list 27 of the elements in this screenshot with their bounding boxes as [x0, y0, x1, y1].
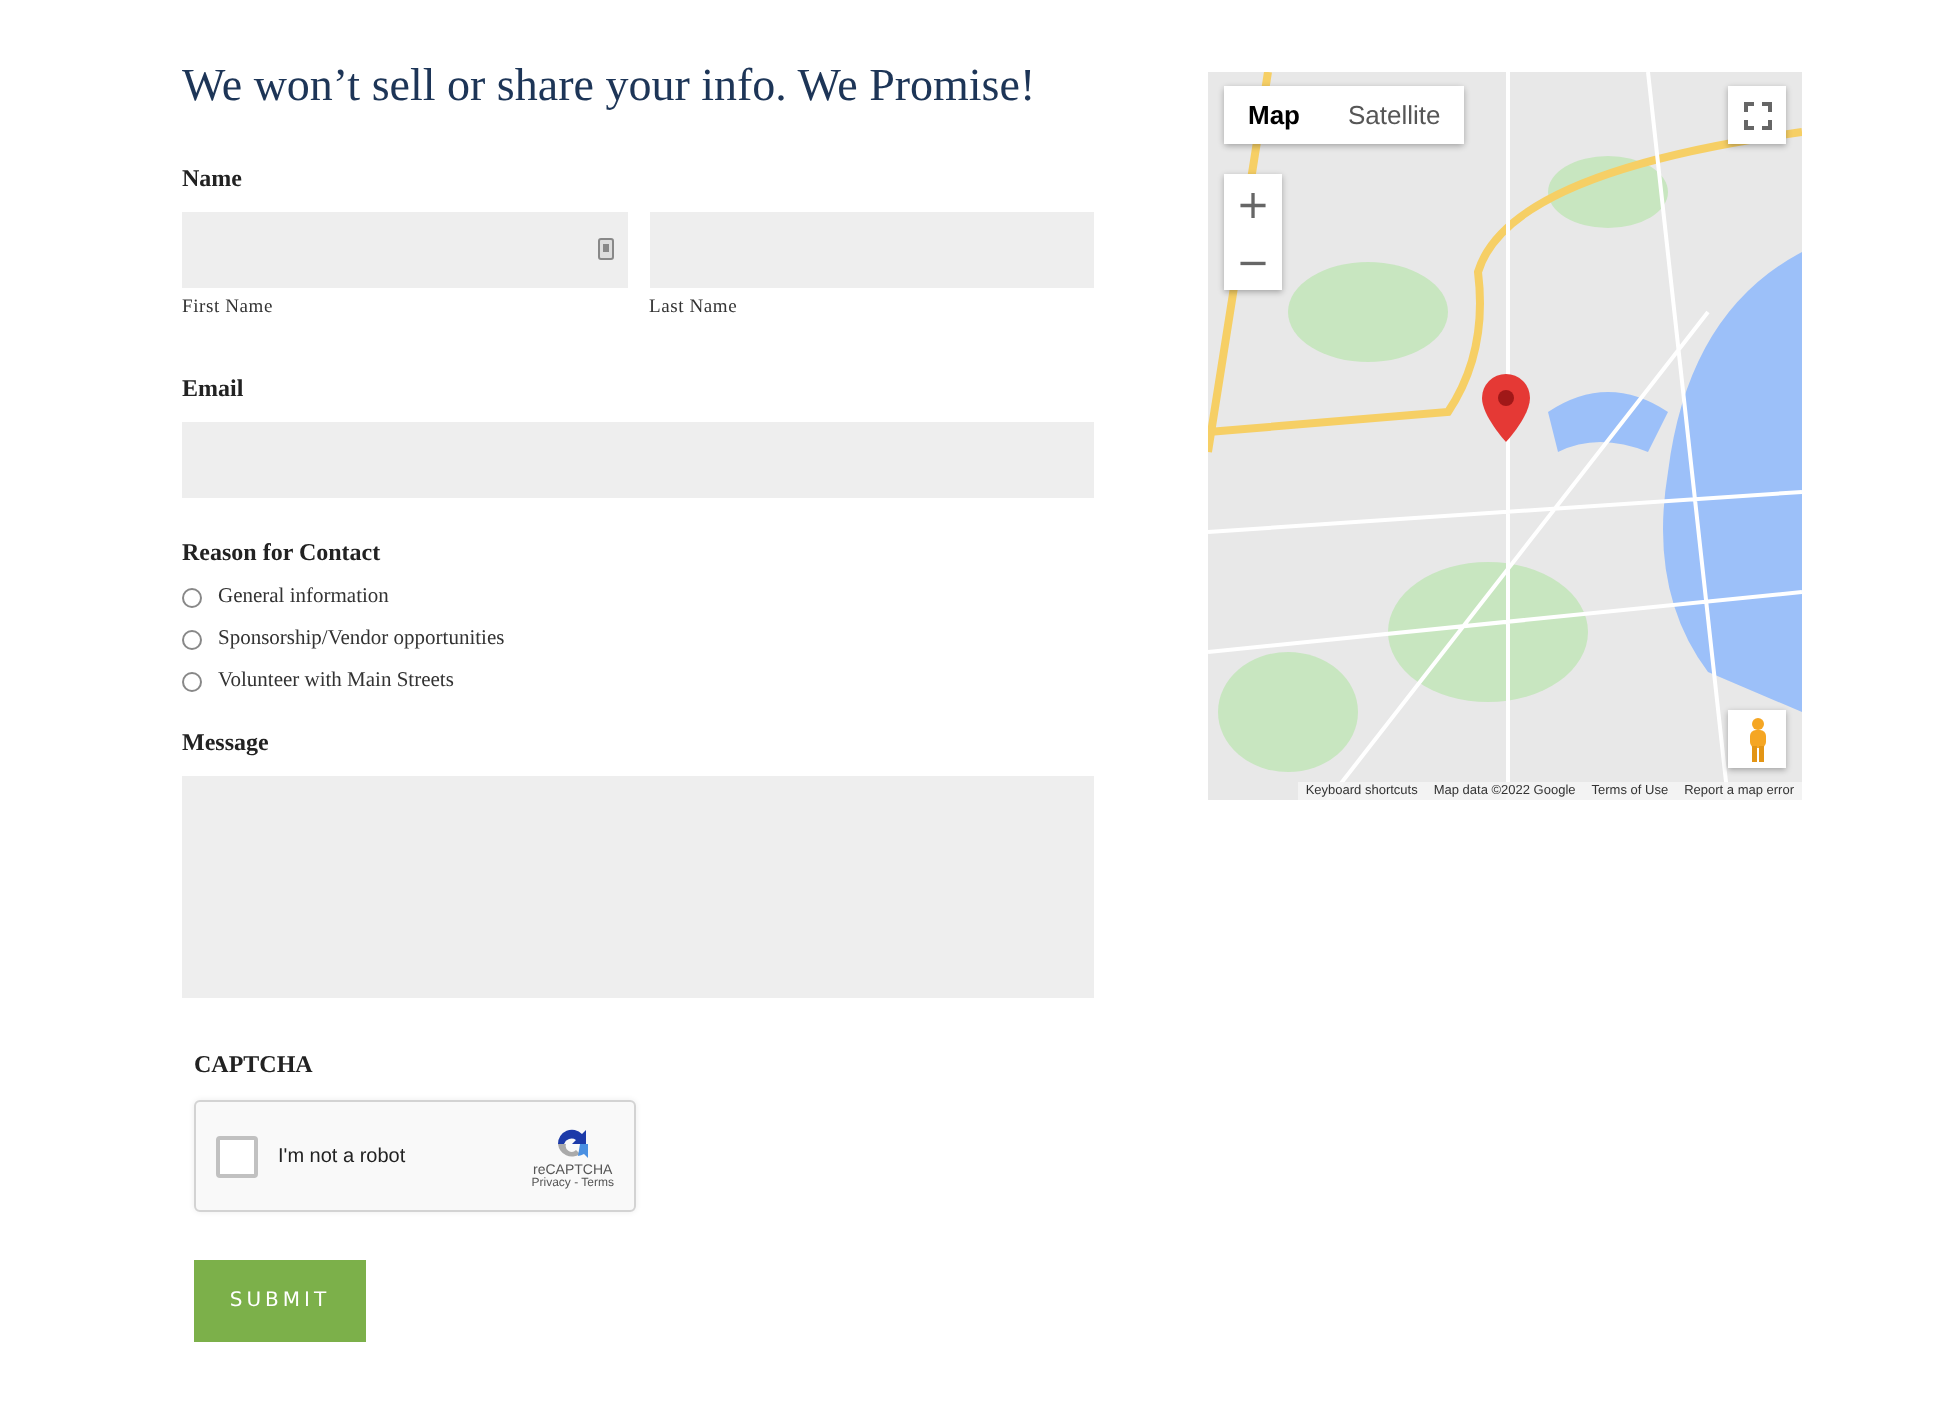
radio-label: General information — [218, 586, 389, 608]
fullscreen-icon — [1743, 101, 1771, 129]
radio-label: Sponsorship/Vendor opportunities — [218, 628, 505, 650]
captcha-label: I'm not a robot — [278, 1145, 408, 1167]
radio-label: Volunteer with Main Streets — [218, 670, 454, 692]
form-heading: We won’t sell or share your info. We Promise! — [182, 60, 1038, 112]
field-label: Message — [182, 728, 271, 758]
captcha-checkbox[interactable] — [216, 1135, 258, 1177]
field-label: Name — [182, 164, 244, 194]
zoom-out-button[interactable]: − — [1224, 232, 1282, 290]
map-type-tab[interactable]: Map — [1224, 86, 1324, 144]
contact-card-icon[interactable] — [597, 238, 613, 260]
field-sublabel: First Name — [182, 298, 275, 318]
person-icon — [1745, 717, 1769, 761]
map-pin-icon[interactable] — [1482, 374, 1530, 442]
radio-button[interactable] — [182, 629, 202, 649]
radio-button[interactable] — [182, 587, 202, 607]
street-view-button[interactable] — [1728, 710, 1786, 768]
field-label: Reason for Contact — [182, 538, 383, 568]
map-type-tab[interactable]: Satellite — [1324, 86, 1465, 144]
name-input[interactable] — [182, 212, 627, 288]
zoom-in-button[interactable]: + — [1224, 174, 1282, 232]
fullscreen-button[interactable] — [1728, 86, 1786, 144]
field-sublabel: Last Name — [649, 298, 740, 318]
field-label: CAPTCHA — [194, 1050, 315, 1080]
field-label: Email — [182, 374, 246, 404]
radio-button[interactable] — [182, 671, 202, 691]
